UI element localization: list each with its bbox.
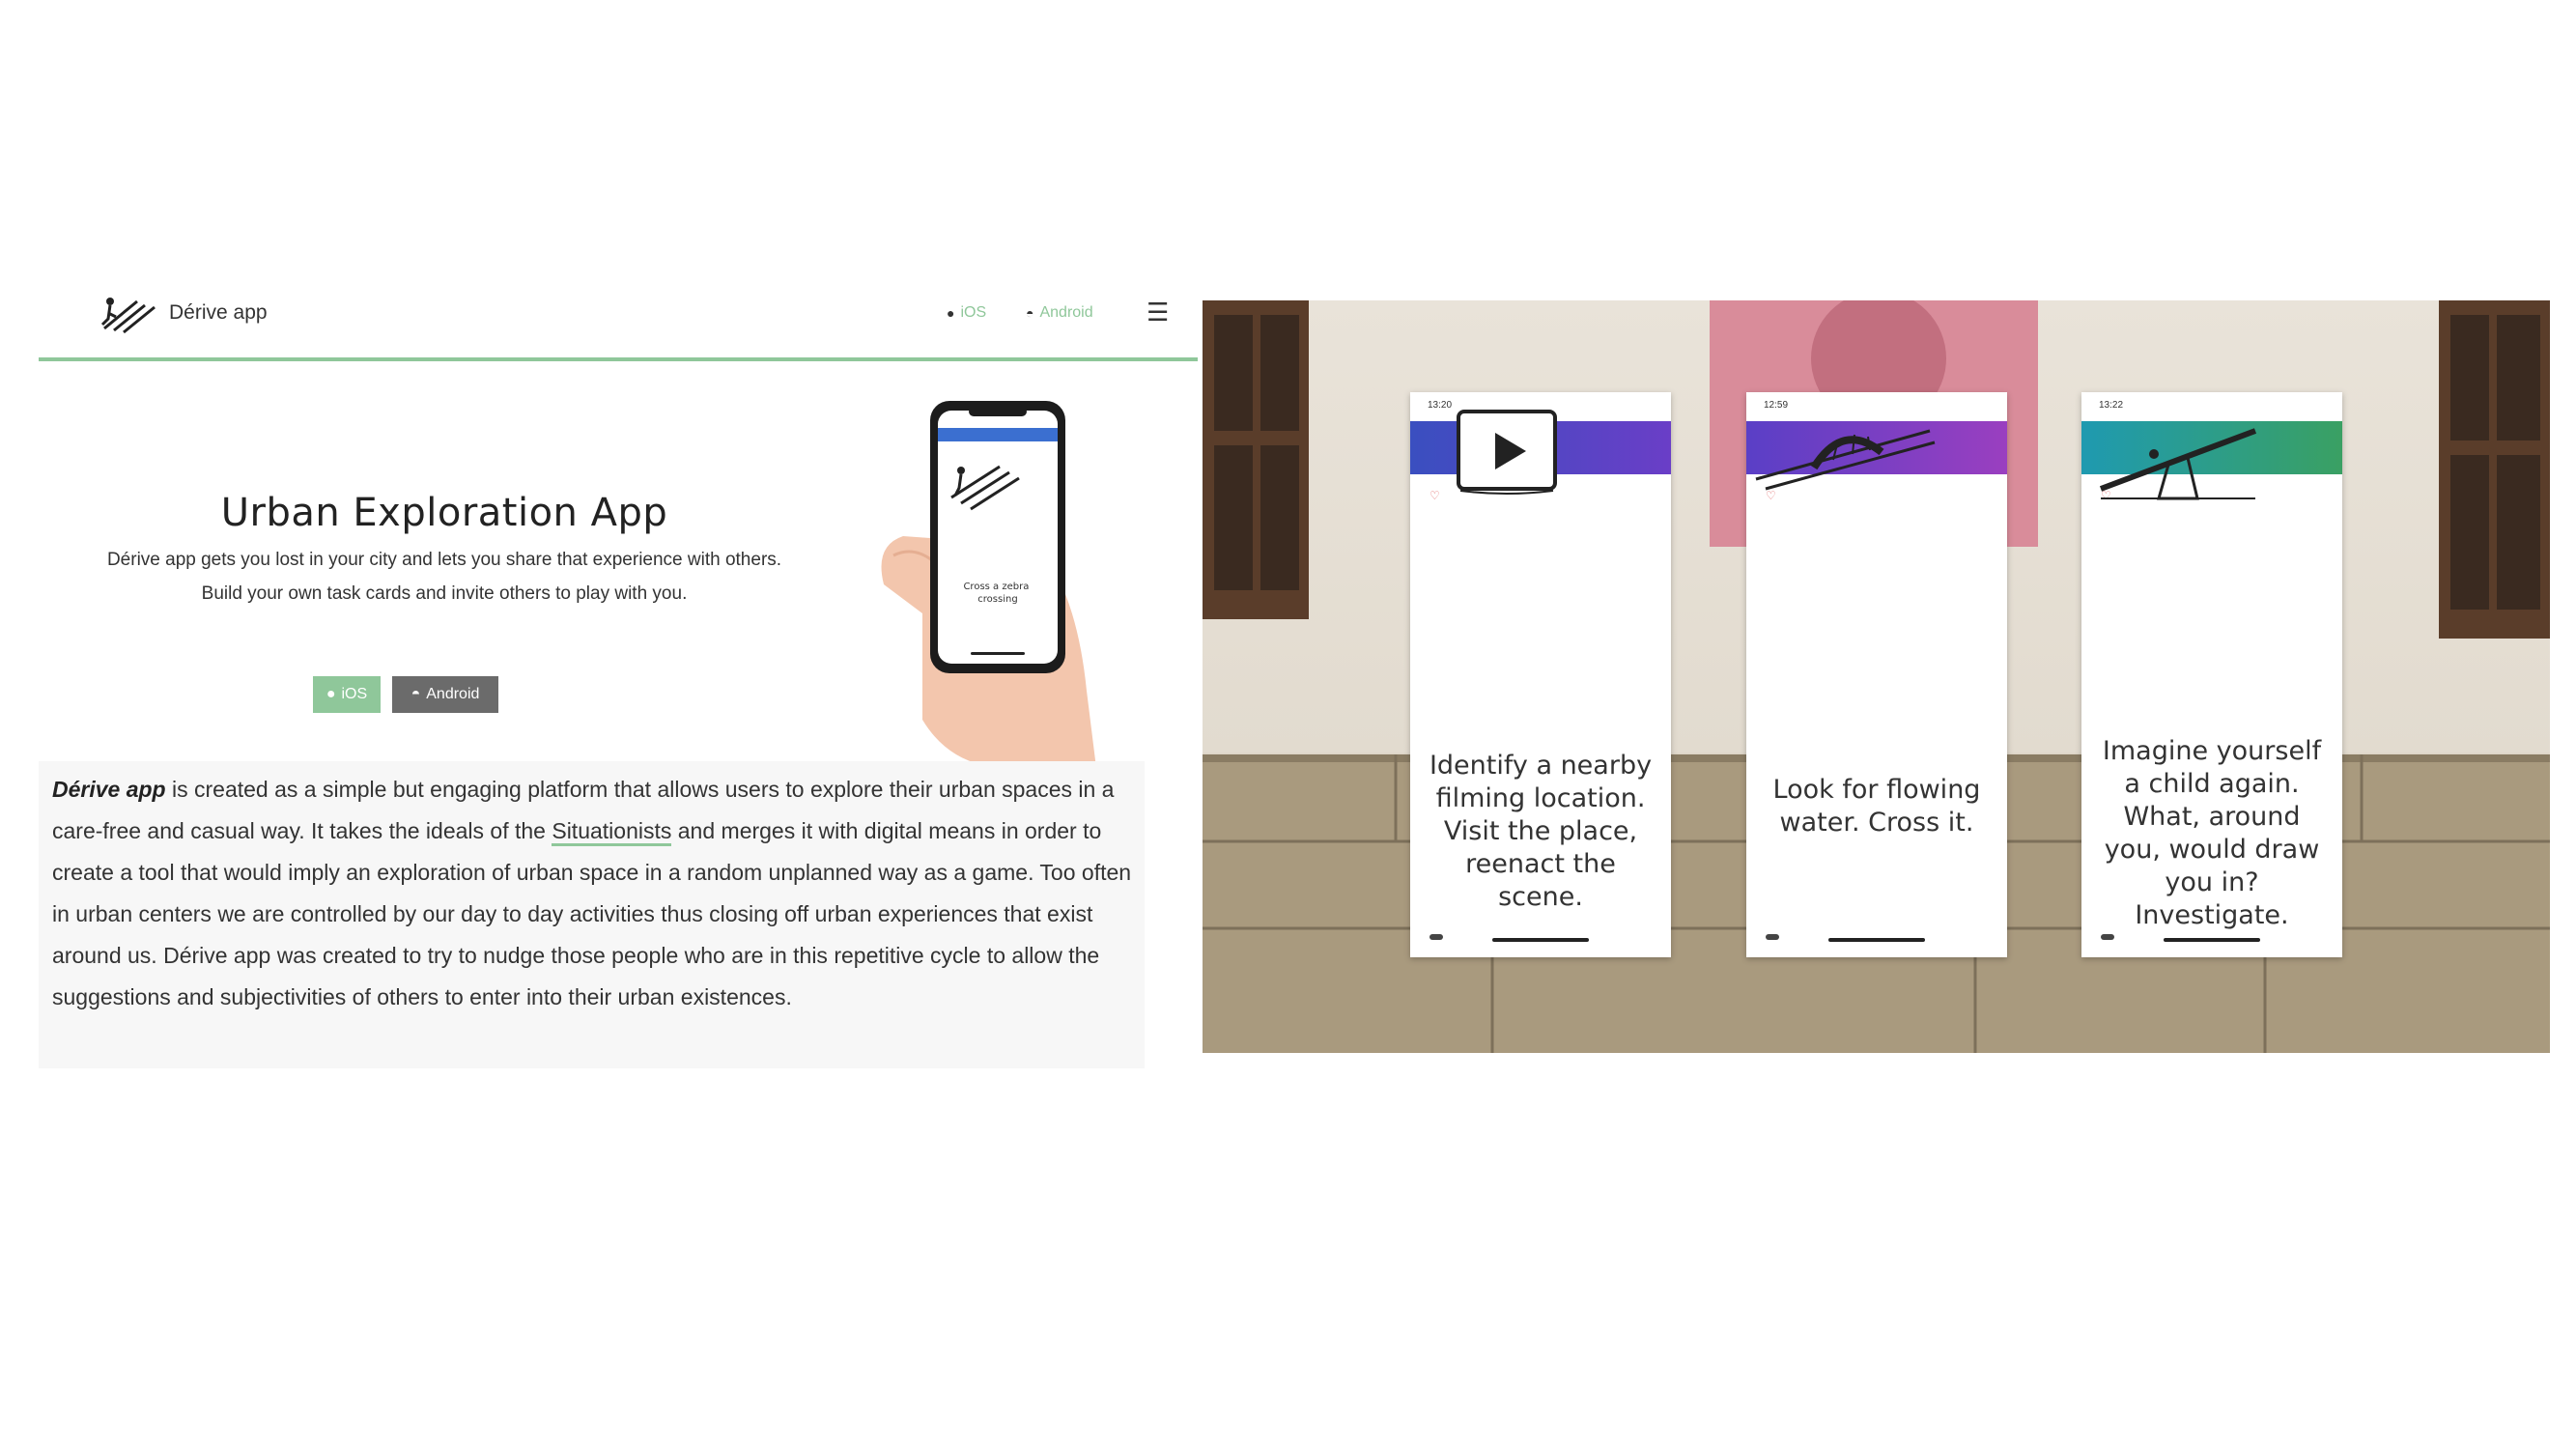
nav-android-label: Android: [1039, 304, 1093, 321]
apple-icon: ●: [326, 686, 336, 702]
nav-android-link[interactable]: ◓ Android: [1026, 304, 1093, 322]
ios-download-button[interactable]: ● iOS: [313, 676, 381, 713]
android-download-button[interactable]: ◓ Android: [392, 676, 498, 713]
card-footer: [1410, 930, 1671, 950]
about-text-part2: and merges it with digital means in orde…: [52, 818, 1132, 1009]
wall-photo-with-cards: 13:20 ♡ Identify a nearby filming locati…: [1203, 300, 2550, 1053]
about-paragraph: Dérive app is created as a simple but en…: [52, 769, 1134, 1018]
task-card-2: 12:59 ♡ Look for flowing water. Cross it…: [1746, 392, 2007, 957]
hero-description: Dérive app gets you lost in your city an…: [106, 550, 782, 604]
hero-title: Urban Exploration App: [220, 491, 668, 535]
nav-ios-label: iOS: [960, 304, 987, 321]
derive-logo-icon[interactable]: [99, 292, 166, 338]
bridge-icon: [1755, 429, 1936, 491]
play-icon: [1457, 410, 1557, 495]
website-screenshot: Dérive app ● iOS ◓ Android ☰ Urban Explo…: [39, 280, 1198, 1072]
app-name-emphasis: Dérive app: [52, 777, 166, 802]
android-icon: ◓: [1026, 305, 1034, 321]
nav-ios-link[interactable]: ● iOS: [947, 304, 986, 322]
ios-button-label: iOS: [341, 686, 368, 702]
card-footer: [2081, 930, 2342, 950]
android-icon: ◓: [410, 686, 421, 702]
phone-in-hand-image: Cross a zebra crossing: [864, 401, 1116, 768]
about-section: Dérive app is created as a simple but en…: [39, 761, 1145, 1068]
hand-holding-phone-illustration: Cross a zebra crossing: [881, 401, 1096, 768]
task-text: Look for flowing water. Cross it.: [1772, 775, 1981, 838]
apple-icon: ●: [947, 305, 955, 321]
top-navbar: Dérive app ● iOS ◓ Android ☰: [39, 280, 1198, 361]
card-footer: [1746, 930, 2007, 950]
task-text: Identify a nearby filming location. Visi…: [1429, 751, 1653, 912]
brand-name[interactable]: Dérive app: [169, 301, 268, 325]
android-button-label: Android: [426, 686, 480, 702]
situationists-link[interactable]: Situationists: [552, 818, 672, 846]
task-text: Imagine yourself a child again. What, ar…: [2102, 736, 2322, 930]
task-card-3: 13:22 ♡ Imagine yourself a child again. …: [2081, 392, 2342, 957]
seesaw-icon: [2099, 428, 2257, 500]
task-card-1: 13:20 ♡ Identify a nearby filming locati…: [1410, 392, 1671, 957]
hamburger-menu-icon[interactable]: ☰: [1146, 298, 1169, 327]
